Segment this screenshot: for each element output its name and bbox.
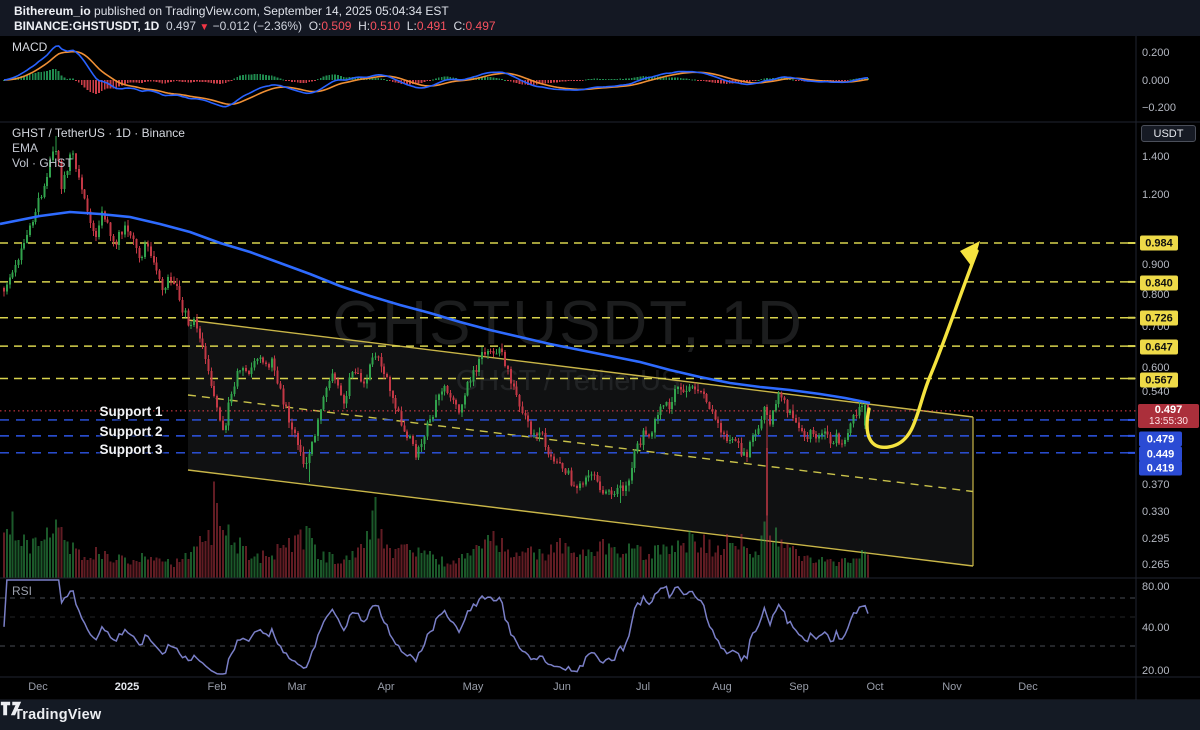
time-axis-label: Dec: [28, 681, 48, 693]
macd-axis-label: 0.200: [1142, 47, 1170, 59]
time-axis-label: Aug: [712, 681, 732, 693]
last-price-badge-value: 0.497: [1155, 405, 1183, 416]
symbol-name: BINANCE:GHSTUSDT, 1D: [14, 19, 159, 33]
resistance-price-badge: 0.984: [1140, 236, 1178, 251]
time-axis-label: Jul: [636, 681, 650, 693]
time-axis-label: Sep: [789, 681, 809, 693]
time-axis-label: Oct: [866, 681, 883, 693]
volume-indicator-label: Vol · GHST: [12, 156, 73, 170]
price-axis-label: 1.200: [1142, 189, 1170, 201]
tradingview-logo-icon: [0, 700, 22, 717]
time-axis-label: Jun: [553, 681, 571, 693]
close-value: 0.497: [466, 19, 496, 33]
rsi-axis-label: 20.00: [1142, 665, 1170, 677]
price-change: −0.012 (−2.36%): [213, 19, 302, 33]
time-axis-label: Apr: [377, 681, 394, 693]
resistance-price-badge: 0.840: [1140, 276, 1178, 291]
time-axis-label: Nov: [942, 681, 962, 693]
rsi-axis-label: 40.00: [1142, 622, 1170, 634]
time-axis-label: Mar: [288, 681, 307, 693]
byline-text: published on TradingView.com, September …: [91, 4, 449, 18]
tradingview-brand-link[interactable]: TradingView: [14, 707, 101, 723]
symbol-line: BINANCE:GHSTUSDT, 1D 0.497 ▼ −0.012 (−2.…: [14, 19, 1200, 35]
last-price-badge: 0.49713:55:30: [1138, 404, 1199, 428]
price-axis-label: 0.265: [1142, 559, 1170, 571]
header: Bithereum_io published on TradingView.co…: [0, 0, 1200, 36]
support-2-label: Support 2: [97, 424, 165, 439]
price-axis-label: 0.900: [1142, 259, 1170, 271]
time-axis-label: Feb: [208, 681, 227, 693]
open-label: O:: [309, 19, 322, 33]
rsi-pane: [0, 580, 1136, 674]
price-axis-label: 0.800: [1142, 289, 1170, 301]
close-label: C:: [454, 19, 466, 33]
support-price-badge: 0.479: [1139, 432, 1182, 447]
macd-axis-label: 0.000: [1142, 75, 1170, 87]
macd-pane-label: MACD: [12, 40, 47, 54]
countdown-timer: 13:55:30: [1149, 416, 1188, 427]
price-axis-label: 1.400: [1142, 151, 1170, 163]
down-triangle-icon: ▼: [199, 22, 209, 33]
price-axis-label: 0.370: [1142, 479, 1170, 491]
price-axis-label: 0.540: [1142, 386, 1170, 398]
low-value: 0.491: [417, 19, 447, 33]
support-3-label: Support 3: [97, 442, 165, 457]
low-label: L:: [407, 19, 417, 33]
ema-indicator-label: EMA: [12, 141, 38, 155]
author-name: Bithereum_io: [14, 4, 91, 18]
resistance-price-badge: 0.726: [1140, 311, 1178, 326]
time-axis-label: 2025: [115, 681, 139, 693]
high-label: H:: [358, 19, 370, 33]
resistance-price-badge: 0.647: [1140, 340, 1178, 355]
chart-canvas[interactable]: [0, 0, 1200, 730]
high-value: 0.510: [370, 19, 400, 33]
price-axis-label: 0.295: [1142, 533, 1170, 545]
currency-toggle-button[interactable]: USDT: [1141, 125, 1196, 142]
rsi-line: [4, 580, 868, 674]
tradingview-brand-name: TradingView: [14, 707, 101, 723]
rsi-pane-label: RSI: [12, 584, 32, 598]
last-price: 0.497: [166, 19, 196, 33]
time-axis-label: Dec: [1018, 681, 1038, 693]
rsi-axis-label: 80.00: [1142, 581, 1170, 593]
price-axis-label: 0.330: [1142, 506, 1170, 518]
time-axis-label: May: [463, 681, 484, 693]
resistance-price-badge: 0.567: [1140, 373, 1178, 388]
macd-axis-label: −0.200: [1142, 102, 1176, 114]
support-1-label: Support 1: [97, 404, 165, 419]
tradingview-snapshot: Bithereum_io published on TradingView.co…: [0, 0, 1200, 730]
footer-bar: TradingView: [0, 700, 1200, 730]
support-price-badge: 0.449: [1139, 447, 1182, 462]
plot-layers: [0, 46, 1136, 674]
macd-signal-line: [4, 52, 868, 105]
macd-line: [4, 46, 868, 107]
macd-pane: [3, 46, 869, 107]
open-value: 0.509: [321, 19, 351, 33]
main-pane-title: GHST / TetherUS · 1D · Binance: [12, 126, 185, 140]
byline: Bithereum_io published on TradingView.co…: [14, 4, 1200, 19]
support-price-badge: 0.419: [1139, 461, 1182, 476]
